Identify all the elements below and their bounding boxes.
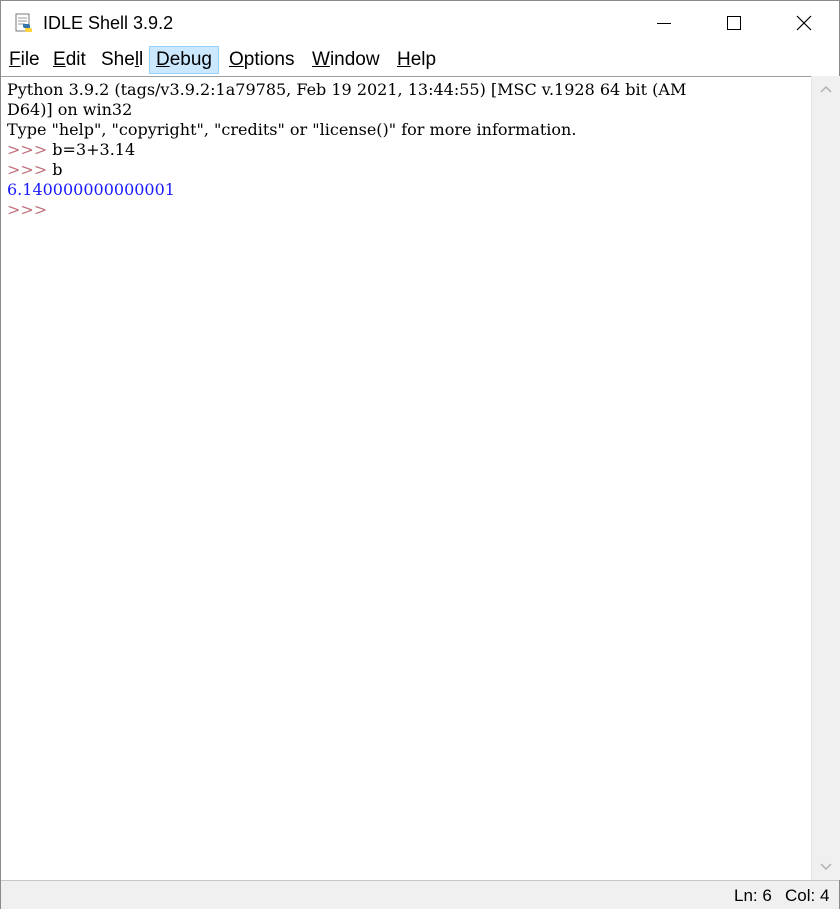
input-line-2: >>> b (7, 160, 63, 180)
chevron-down-icon (820, 863, 832, 871)
menu-window[interactable]: Window (306, 46, 386, 74)
banner-line-2: D64)] on win32 (7, 100, 133, 119)
menu-shell[interactable]: Shell (95, 46, 149, 74)
menu-edit-label: dit (65, 49, 86, 70)
prompt: >>> (7, 140, 48, 159)
menu-window-mnemonic: W (312, 49, 330, 70)
menu-options-mnemonic: O (229, 49, 244, 70)
menu-file[interactable]: File (3, 46, 46, 74)
menu-edit-mnemonic: E (53, 49, 66, 70)
input-line-3[interactable]: >>> (7, 200, 47, 220)
menu-edit[interactable]: Edit (47, 46, 92, 74)
menu-help-label: elp (410, 49, 437, 70)
title-bar[interactable]: IDLE Shell 3.9.2 (1, 1, 839, 45)
status-bar: Ln: 6 Col: 4 (1, 880, 839, 909)
menu-debug-mnemonic: D (156, 49, 170, 70)
banner-line-1: Python 3.9.2 (tags/v3.9.2:1a79785, Feb 1… (7, 80, 687, 99)
input-code-1: b=3+3.14 (47, 140, 136, 159)
prompt: >>> (7, 200, 48, 219)
menu-shell-label-start: She (101, 49, 135, 70)
minimize-button[interactable] (629, 1, 699, 45)
maximize-button[interactable] (699, 1, 769, 45)
banner-line-3: Type "help", "copyright", "credits" or "… (7, 120, 577, 139)
chevron-up-icon (820, 85, 832, 93)
input-code-2: b (47, 160, 63, 179)
menu-options-label: ptions (243, 49, 295, 70)
menu-debug-label: ebug (169, 49, 213, 70)
window-title: IDLE Shell 3.9.2 (43, 13, 174, 33)
menu-window-label: indow (329, 49, 380, 70)
menu-help[interactable]: Help (391, 46, 442, 74)
menu-help-mnemonic: H (397, 49, 411, 70)
status-column-number: Col: 4 (785, 886, 830, 905)
vertical-scrollbar[interactable] (811, 76, 840, 880)
input-line-1: >>> b=3+3.14 (7, 140, 135, 160)
python-idle-icon (15, 13, 32, 32)
menu-options[interactable]: Options (223, 46, 300, 74)
shell-text-area[interactable]: Python 3.9.2 (tags/v3.9.2:1a79785, Feb 1… (1, 76, 811, 881)
menu-bar: File Edit Shell Debug Options Window Hel… (1, 45, 839, 75)
menu-file-mnemonic: F (9, 49, 21, 70)
output-line-1: 6.140000000000001 (7, 180, 175, 199)
close-button[interactable] (769, 1, 839, 45)
close-icon (796, 15, 812, 31)
maximize-icon (727, 16, 741, 30)
scroll-up-button[interactable] (812, 78, 840, 100)
scroll-down-button[interactable] (812, 856, 840, 878)
status-line-number: Ln: 6 (734, 886, 772, 905)
menu-file-label: ile (20, 49, 40, 70)
menu-shell-label-end: l (139, 49, 144, 70)
prompt: >>> (7, 160, 48, 179)
minimize-icon (657, 23, 671, 24)
menu-debug[interactable]: Debug (149, 46, 220, 74)
idle-shell-window: IDLE Shell 3.9.2 File Edit Shell Debug O… (0, 0, 840, 909)
